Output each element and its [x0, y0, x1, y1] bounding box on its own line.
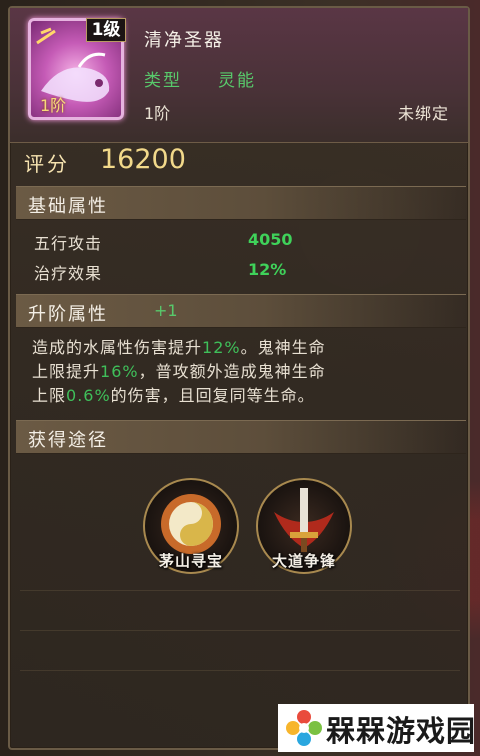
section-title: 获得途径 — [28, 430, 108, 451]
section-obtain: 获得途径 — [16, 420, 466, 454]
section-base-attributes: 基础属性 — [16, 186, 466, 220]
watermark-text: 槑槑游戏园 — [326, 714, 477, 748]
item-icon-tier: 1阶 — [40, 96, 67, 115]
item-type-label: 类型 — [144, 71, 182, 91]
level-badge: 1级 — [86, 18, 126, 42]
attr-value: 4050 — [248, 230, 293, 249]
attr-name: 治疗效果 — [34, 264, 103, 283]
item-tier: 1阶 — [144, 104, 171, 123]
source-label: 大道争锋 — [271, 552, 336, 570]
score-value: 16200 — [100, 144, 186, 175]
upgrade-level: +1 — [154, 301, 178, 320]
attr-name: 五行攻击 — [34, 234, 103, 253]
section-upgrade-attributes: 升阶属性 +1 — [16, 294, 466, 328]
divider — [20, 590, 460, 591]
desc-line: 上限0.6%的伤害，且回复同等生命。 — [32, 386, 315, 405]
desc-line: 上限提升16%，普攻额外造成鬼神生命 — [32, 362, 326, 381]
attr-value: 12% — [248, 260, 287, 279]
source-label: 茅山寻宝 — [158, 552, 223, 570]
upgrade-description: 造成的水属性伤害提升12%。鬼神生命 上限提升16%，普攻额外造成鬼神生命 上限… — [32, 336, 422, 408]
source-maoshan[interactable]: 茅山寻宝 — [143, 478, 239, 574]
section-title: 升阶属性 — [28, 304, 108, 325]
bind-status: 未绑定 — [398, 104, 450, 123]
score-label: 评分 — [24, 152, 70, 176]
desc-line: 造成的水属性伤害提升12%。鬼神生命 — [32, 338, 326, 357]
item-name: 清净圣器 — [144, 30, 224, 51]
item-type-value: 灵能 — [218, 71, 256, 91]
flower-logo-icon — [286, 710, 322, 746]
divider — [20, 670, 460, 671]
source-dadao[interactable]: 大道争锋 — [256, 478, 352, 574]
section-title: 基础属性 — [28, 196, 108, 217]
divider — [20, 630, 460, 631]
